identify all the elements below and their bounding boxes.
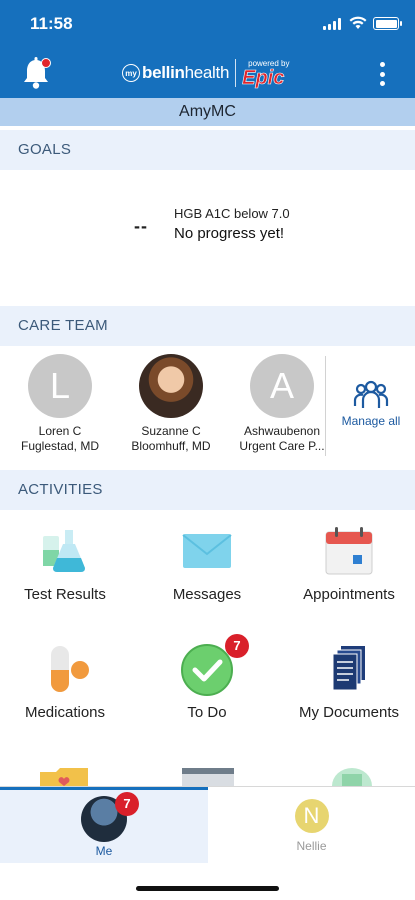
member-name: Ashwaubenon — [243, 424, 321, 438]
activity-test-results[interactable]: Test Results — [0, 522, 134, 603]
tab-nellie[interactable]: N Nellie — [208, 787, 415, 863]
care-team-section-heading: CARE TEAM — [0, 306, 415, 346]
mybellinhealth-epic-logo: my bellinhealth powered by Epic — [122, 56, 289, 90]
activities-section-heading: ACTIVITIES — [0, 470, 415, 510]
care-team-list: L Loren C Fuglestad, MD Suzanne C Bloomh… — [0, 346, 415, 466]
activity-appointments[interactable]: Appointments — [280, 522, 415, 603]
home-indicator — [136, 886, 279, 891]
care-team-member-suzanne[interactable]: Suzanne C Bloomhuff, MD — [119, 354, 223, 454]
card-icon[interactable] — [182, 768, 234, 786]
avatar: N — [294, 799, 329, 833]
activity-my-documents[interactable]: My Documents — [280, 640, 415, 721]
member-title: Bloomhuff, MD — [131, 439, 211, 453]
activity-to-do[interactable]: 7 To Do — [138, 634, 276, 721]
member-name: Loren C — [38, 424, 82, 438]
to-do-badge: 7 — [225, 634, 249, 658]
avatar: A — [250, 354, 314, 418]
test-tubes-icon — [35, 522, 95, 582]
more-options-icon[interactable] — [379, 62, 385, 86]
avatar: 7 — [81, 792, 139, 842]
goal-title: HGB A1C below 7.0 — [174, 206, 290, 221]
bill-icon[interactable] — [330, 766, 374, 786]
care-team-member-ashwaubenon[interactable]: A Ashwaubenon Urgent Care P... — [230, 354, 334, 454]
care-team-member-loren[interactable]: L Loren C Fuglestad, MD — [8, 354, 112, 454]
activity-label: Test Results — [24, 586, 106, 603]
app-header: 11:58 my bellinhealth powered by Epic — [0, 0, 415, 98]
brand-divider — [235, 59, 237, 87]
me-badge: 7 — [115, 792, 139, 816]
activity-label: Appointments — [303, 586, 395, 603]
people-group-icon — [353, 380, 389, 408]
avatar: L — [28, 354, 92, 418]
current-user-bar[interactable]: AmyMC — [0, 98, 415, 126]
calendar-icon — [319, 522, 379, 582]
tab-me[interactable]: 7 Me — [0, 787, 208, 863]
bottom-navigation: 7 Me N Nellie — [0, 786, 415, 900]
brand-my: my — [122, 64, 140, 82]
manage-all-button[interactable]: Manage all — [333, 378, 409, 428]
activity-messages[interactable]: Messages — [138, 522, 276, 603]
member-title: Fuglestad, MD — [20, 439, 100, 453]
manage-all-label: Manage all — [341, 414, 401, 428]
activity-label: Messages — [172, 586, 242, 603]
checkmark-icon: 7 — [177, 634, 249, 700]
member-title: Urgent Care P... — [239, 439, 325, 453]
goal-value: -- — [134, 216, 148, 236]
tab-me-label: Me — [95, 844, 113, 858]
folder-icon[interactable] — [38, 764, 90, 786]
envelope-icon — [177, 522, 237, 582]
cellular-signal-icon — [323, 18, 341, 30]
activity-label: My Documents — [298, 704, 400, 721]
notification-dot — [41, 58, 51, 68]
documents-icon — [319, 640, 379, 700]
member-name: Suzanne C — [141, 424, 201, 438]
tab-nellie-label: Nellie — [296, 839, 327, 853]
divider — [325, 356, 326, 456]
wifi-icon — [349, 16, 367, 29]
activity-label: To Do — [187, 704, 227, 721]
activity-medications[interactable]: Medications — [0, 640, 134, 721]
avatar-photo — [139, 354, 203, 418]
goals-section-heading: GOALS — [0, 130, 415, 170]
goal-progress: No progress yet! — [174, 225, 285, 242]
brand-name: bellinhealth — [142, 63, 230, 82]
battery-icon — [373, 17, 402, 30]
epic-wordmark: Epic — [242, 66, 285, 89]
status-bar: 11:58 — [0, 14, 415, 38]
epic-logo: powered by Epic — [242, 59, 290, 89]
status-time: 11:58 — [30, 14, 73, 33]
pills-icon — [35, 640, 95, 700]
activity-label: Medications — [24, 704, 106, 721]
goal-card[interactable]: -- HGB A1C below 7.0 No progress yet! — [0, 170, 415, 300]
